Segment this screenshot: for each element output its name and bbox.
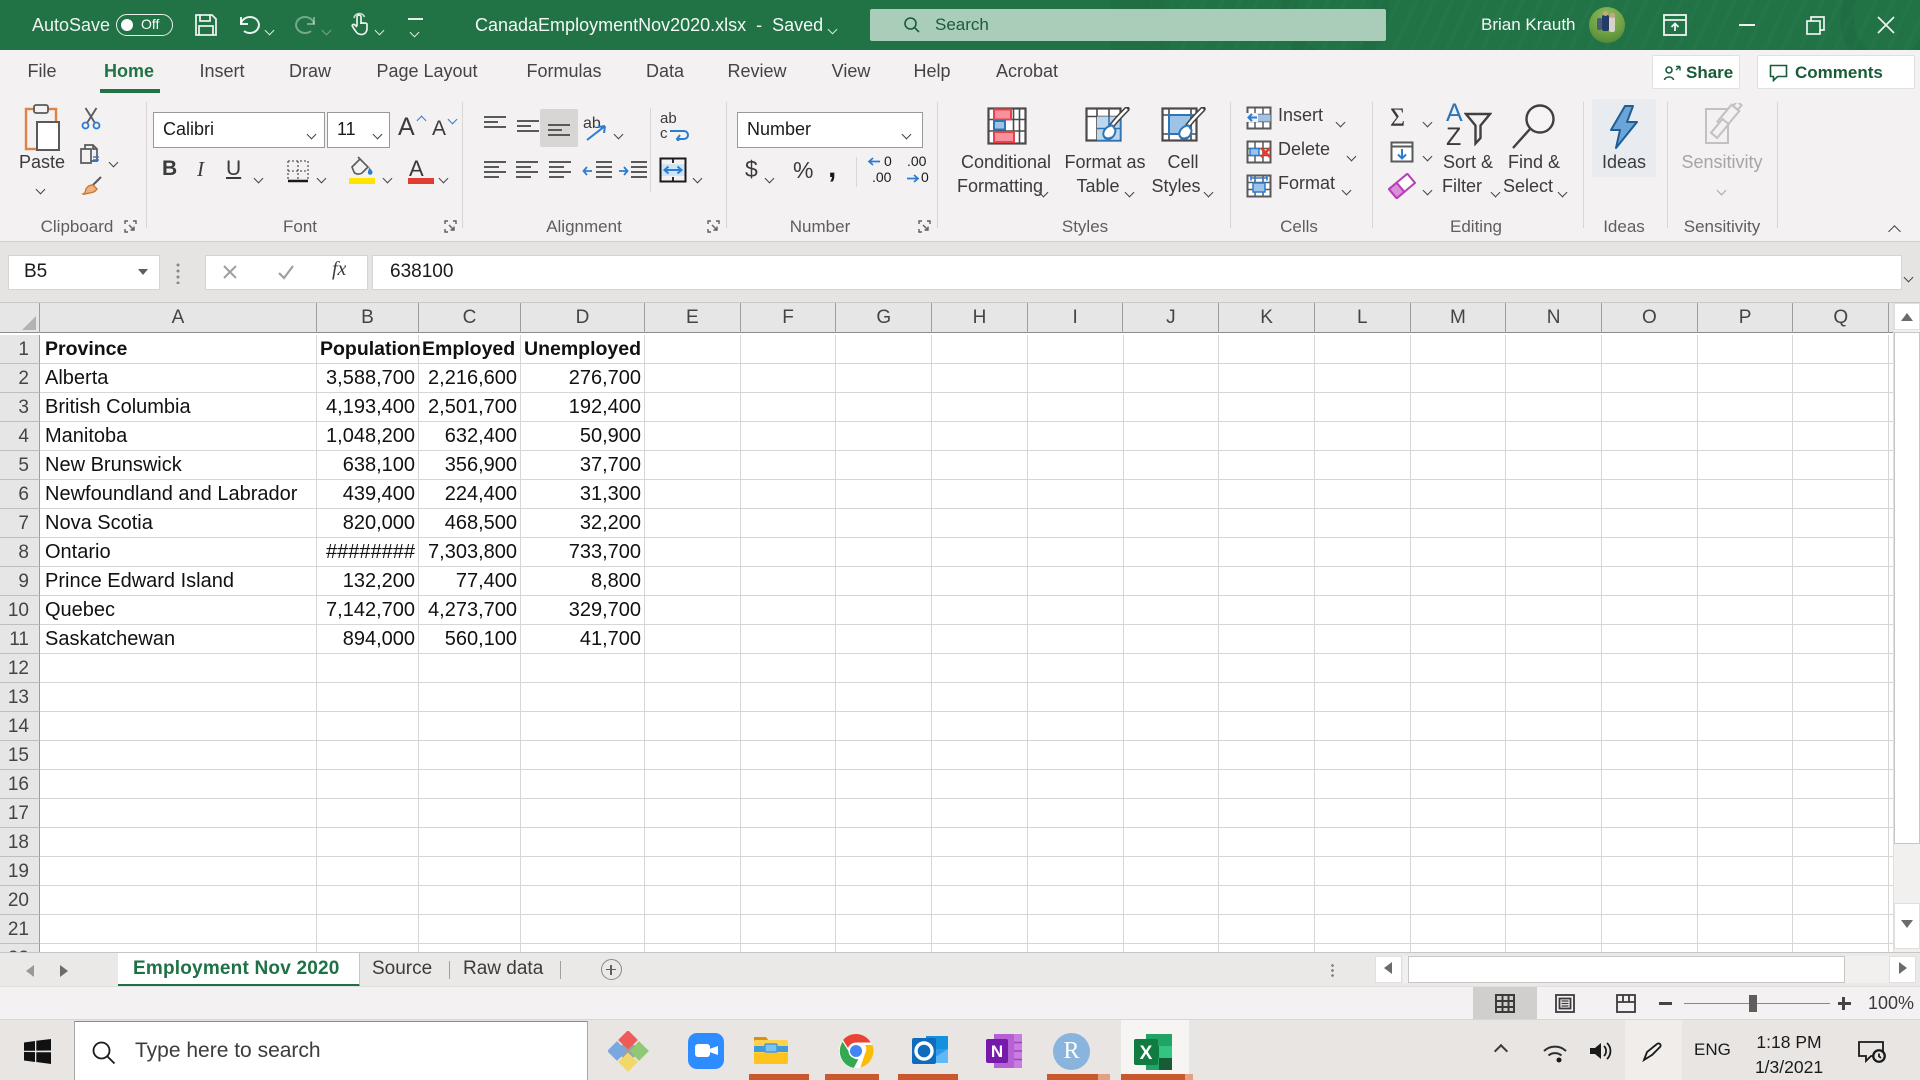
- svg-text:N: N: [991, 1042, 1003, 1061]
- svg-text:X: X: [1140, 1043, 1153, 1064]
